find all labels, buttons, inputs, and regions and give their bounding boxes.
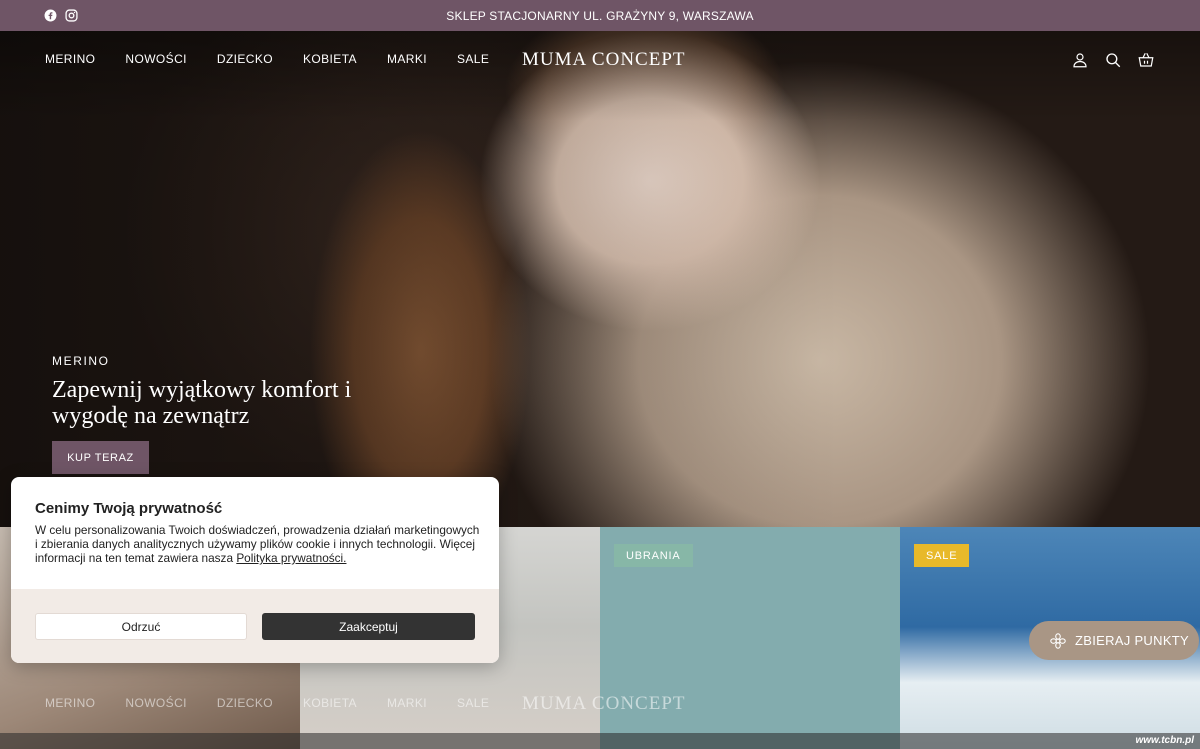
ghost-nav-item-sale: SALE	[456, 696, 490, 710]
search-icon[interactable]	[1104, 51, 1122, 69]
ghost-nav-item-marki: MARKI	[386, 696, 427, 710]
header-icons	[1071, 51, 1155, 69]
ghost-logo: MUMA CONCEPT	[522, 693, 686, 714]
flower-icon	[1050, 632, 1066, 649]
main-nav: MERINO NOWOŚCI DZIECKO KOBIETA MARKI SAL…	[45, 52, 489, 66]
social-links	[44, 9, 78, 22]
cookie-title: Cenimy Twoją prywatność	[35, 500, 223, 517]
ghost-nav-item-kobieta: KOBIETA	[303, 696, 357, 710]
ghost-bottom-bar	[0, 733, 1200, 749]
hero-banner[interactable]	[0, 31, 1200, 527]
watermark: www.tcbn.pl	[1135, 735, 1194, 746]
rewards-label: ZBIERAJ PUNKTY	[1075, 633, 1189, 648]
nav-item-kobieta[interactable]: KOBIETA	[303, 52, 357, 66]
accept-button[interactable]: Zaakceptuj	[262, 613, 475, 640]
ghost-nav-item-merino: MERINO	[45, 696, 96, 710]
privacy-policy-link[interactable]: Polityka prywatności.	[236, 551, 346, 565]
facebook-icon[interactable]	[44, 9, 57, 22]
hero-top-tint	[0, 31, 1200, 121]
ghost-nav-item-dziecko: DZIECKO	[216, 696, 274, 710]
reject-button[interactable]: Odrzuć	[35, 613, 247, 640]
site-logo[interactable]: MUMA CONCEPT	[522, 49, 686, 71]
tile-badge-ubrania: UBRANIA	[614, 544, 693, 567]
announcement-bar: SKLEP STACJONARNY UL. GRAŻYNY 9, WARSZAW…	[0, 0, 1200, 31]
tile-badge-sale: SALE	[914, 544, 970, 567]
cookie-consent-dialog: Cenimy Twoją prywatność W celu personali…	[11, 477, 499, 663]
account-icon[interactable]	[1071, 51, 1089, 69]
nav-item-merino[interactable]: MERINO	[45, 52, 95, 66]
nav-item-marki[interactable]: MARKI	[387, 52, 427, 66]
cookie-body: W celu personalizowania Twoich doświadcz…	[35, 523, 483, 565]
hero-text: MERINO Zapewnij wyjątkowy komfort i wygo…	[52, 354, 372, 429]
ghost-nav-item-nowosci: NOWOŚCI	[125, 696, 187, 710]
hero-title: Zapewnij wyjątkowy komfort i wygodę na z…	[52, 377, 352, 429]
cookie-actions: Odrzuć Zaakceptuj	[11, 589, 499, 663]
hero-kicker: MERINO	[52, 354, 110, 368]
rewards-launcher[interactable]: ZBIERAJ PUNKTY	[1029, 621, 1199, 660]
ghost-nav: MERINO NOWOŚCI DZIECKO KOBIETA MARKI SAL…	[45, 696, 489, 710]
announcement-text[interactable]: SKLEP STACJONARNY UL. GRAŻYNY 9, WARSZAW…	[446, 9, 753, 23]
nav-item-sale[interactable]: SALE	[457, 52, 489, 66]
nav-item-dziecko[interactable]: DZIECKO	[217, 52, 273, 66]
shop-now-button[interactable]: KUP TERAZ	[52, 441, 149, 474]
cart-icon[interactable]	[1137, 51, 1155, 69]
instagram-icon[interactable]	[65, 9, 78, 22]
nav-item-nowosci[interactable]: NOWOŚCI	[125, 52, 186, 66]
